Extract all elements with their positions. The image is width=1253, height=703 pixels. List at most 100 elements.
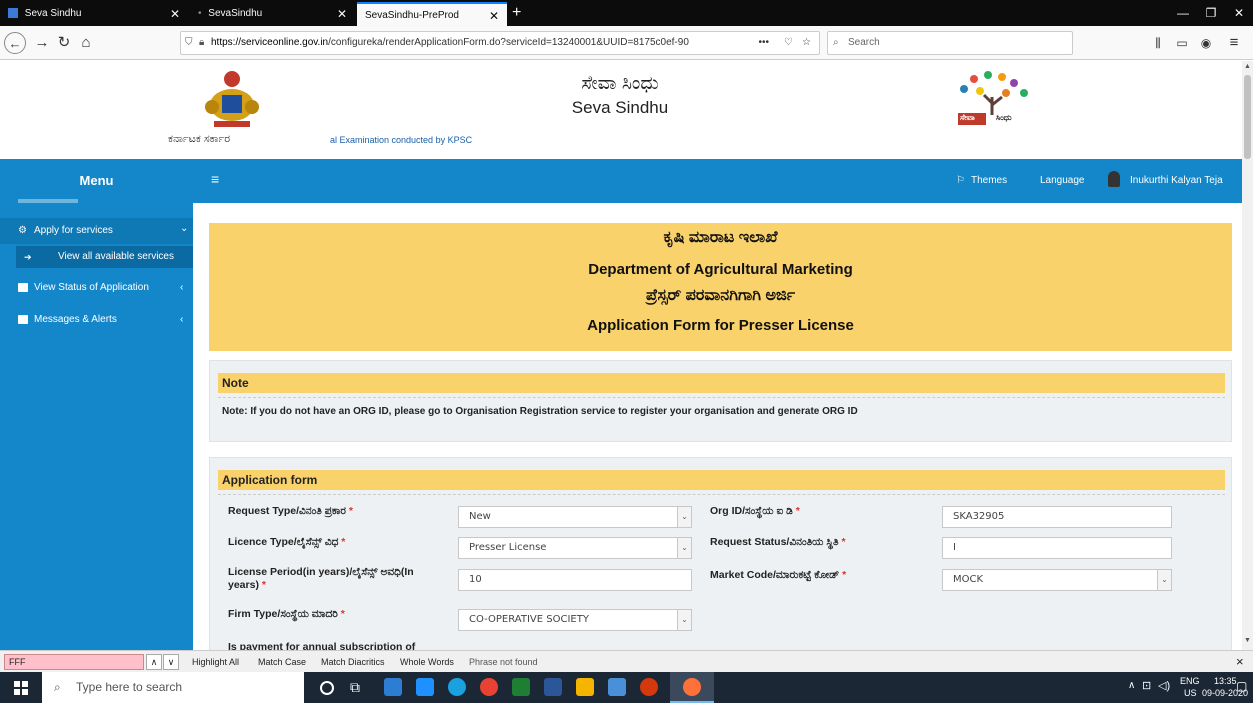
home-icon[interactable]: ⌂	[74, 32, 98, 54]
sidebar-toggle-icon[interactable]: ▭	[1170, 32, 1194, 54]
match-case-option[interactable]: Match Case	[258, 651, 306, 673]
match-diacritics-option[interactable]: Match Diacritics	[321, 651, 385, 673]
account-icon[interactable]: ◉	[1194, 32, 1218, 54]
task-view-icon[interactable]: ⧉	[350, 678, 368, 696]
firm-type-select[interactable]: CO-OPERATIVE SOCIETY ⌄	[458, 609, 692, 631]
language-indicator[interactable]: ENG	[1180, 676, 1200, 686]
sidebar-item-messages-alerts[interactable]: Messages & Alerts ‹	[0, 307, 193, 333]
govt-label: ಕರ್ನಾಟಕ ಸರ್ಕಾರ	[168, 133, 231, 145]
reload-icon[interactable]: ↻	[52, 32, 76, 54]
search-icon: ⌕	[54, 680, 61, 694]
app-icon[interactable]	[608, 678, 626, 696]
karnataka-emblem-logo	[198, 67, 266, 133]
hamburger-icon[interactable]: ≡	[211, 171, 219, 187]
arrow-circle-icon: ➔	[24, 252, 32, 262]
pocket-icon[interactable]: ♡	[784, 32, 793, 54]
store-icon[interactable]	[384, 678, 402, 696]
request-status-label: Request Status/ವಿನಂತಿಯ ಸ್ಥಿತಿ *	[710, 536, 846, 548]
license-period-value: 10	[469, 574, 482, 585]
menu-icon[interactable]: ≡	[1222, 32, 1246, 54]
logo-text: ಸಿಂಧು	[996, 113, 1012, 122]
manage-profile-item-partial[interactable]	[18, 199, 78, 203]
logo-text: ಸೇವಾ	[960, 113, 975, 122]
license-period-label: License Period(in years)/ಲೈಸೆನ್ಸ್ ಅವಧಿ(I…	[228, 566, 414, 591]
whole-words-option[interactable]: Whole Words	[400, 651, 454, 673]
network-icon[interactable]: ⊡	[1142, 679, 1151, 692]
site-header: ಕರ್ನಾಟಕ ಸರ್ಕಾರ al Examination conducted …	[0, 61, 1242, 159]
message-icon	[18, 315, 28, 324]
sidebar-item-view-all-services[interactable]: ➔ View all available services	[16, 246, 193, 268]
library-icon[interactable]: ⫼	[1146, 32, 1170, 54]
page-scrollbar[interactable]: ▲ ▼	[1242, 61, 1253, 650]
close-tab-icon[interactable]: ✕	[170, 2, 180, 26]
find-previous-icon[interactable]: ∧	[146, 654, 162, 670]
close-window-icon[interactable]: ✕	[1224, 0, 1253, 26]
firefox-taskbar-button[interactable]	[670, 672, 714, 703]
highlight-all-option[interactable]: Highlight All	[192, 651, 239, 673]
browser-tab[interactable]: Seva Sindhu ✕	[0, 2, 188, 26]
taskbar-search-input[interactable]: ⌕ Type here to search	[42, 672, 304, 703]
scrollbar-thumb[interactable]	[1244, 75, 1251, 159]
language-link[interactable]: Language	[1040, 175, 1085, 186]
page-actions-icon[interactable]: •••	[756, 32, 771, 54]
restore-icon[interactable]: ❐	[1196, 0, 1226, 26]
url-bar[interactable]: ⛉ 🔒︎ https://serviceonline.gov.in/config…	[180, 31, 820, 55]
notifications-icon[interactable]: ▢	[1236, 679, 1247, 693]
org-id-input[interactable]: SKA32905	[942, 506, 1172, 528]
tab-label: SevaSindhu-PreProd	[365, 10, 459, 21]
licence-type-select[interactable]: Presser License ⌄	[458, 537, 692, 559]
browser-tab[interactable]: • SevaSindhu ✕	[190, 2, 355, 26]
close-find-icon[interactable]: ×	[1236, 651, 1244, 673]
department-banner: ಕೃಷಿ ಮಾರಾಟ ಇಲಾಖೆ Department of Agricultu…	[209, 223, 1232, 351]
scroll-up-icon[interactable]: ▲	[1244, 63, 1251, 70]
browser-tab-active[interactable]: SevaSindhu-PreProd ✕	[357, 2, 507, 26]
minimize-icon[interactable]: —	[1168, 0, 1198, 26]
browser-search-input[interactable]: ⌕ Search	[827, 31, 1073, 55]
site-title-kannada: ಸೇವಾ ಸಿಂಧು	[581, 73, 659, 94]
browser-tab-bar: Seva Sindhu ✕ • SevaSindhu ✕ SevaSindhu-…	[0, 0, 1253, 26]
file-explorer-icon[interactable]	[576, 678, 594, 696]
windows-taskbar: ⌕ Type here to search ⧉ ∧ ⊡ ◁) ENG US 13…	[0, 672, 1253, 703]
word-icon[interactable]	[544, 678, 562, 696]
app-icon[interactable]	[640, 678, 658, 696]
licence-type-value: Presser License	[469, 542, 547, 553]
license-period-input[interactable]: 10	[458, 569, 692, 591]
sidebar-menu-title: Menu	[0, 159, 193, 203]
chrome-icon[interactable]	[480, 678, 498, 696]
find-input[interactable]: FFF	[4, 654, 144, 670]
tray-overflow-icon[interactable]: ∧	[1128, 680, 1135, 691]
cortana-icon[interactable]	[320, 681, 334, 695]
close-tab-icon[interactable]: ✕	[489, 4, 499, 28]
new-tab-icon[interactable]: +	[512, 2, 521, 24]
sidebar-item-apply-for-services[interactable]: ⚙ Apply for services ⌄	[0, 218, 193, 244]
sidebar-item-label: View Status of Application	[34, 282, 149, 293]
back-icon[interactable]: ←	[4, 32, 26, 54]
url-path: /configureka/renderApplicationForm.do?se…	[328, 37, 689, 48]
url-domain: https://serviceonline.gov.in	[211, 37, 329, 48]
request-status-input[interactable]: I	[942, 537, 1172, 559]
find-next-icon[interactable]: ∨	[163, 654, 179, 670]
volume-icon[interactable]: ◁)	[1158, 679, 1170, 692]
mail-icon[interactable]	[416, 678, 434, 696]
close-tab-icon[interactable]: ✕	[337, 2, 347, 26]
tab-label: Seva Sindhu	[24, 8, 82, 19]
clock-time[interactable]: 13:35	[1214, 676, 1237, 686]
dot-icon: •	[198, 8, 202, 19]
request-type-select[interactable]: New ⌄	[458, 506, 692, 528]
chevron-down-icon: ⌄	[677, 507, 691, 527]
excel-icon[interactable]	[512, 678, 530, 696]
sidebar-item-view-status[interactable]: View Status of Application ‹	[0, 275, 193, 301]
themes-link[interactable]: Themes	[971, 175, 1007, 186]
windows-start-icon[interactable]	[14, 681, 28, 695]
request-status-value: I	[953, 542, 956, 553]
market-code-select[interactable]: MOCK ⌄	[942, 569, 1172, 591]
user-name[interactable]: Inukurthi Kalyan Teja	[1130, 175, 1223, 186]
forward-icon[interactable]: →	[30, 32, 54, 54]
gears-icon: ⚙	[18, 225, 27, 236]
bookmark-star-icon[interactable]: ☆	[802, 32, 811, 54]
edge-icon[interactable]	[448, 678, 466, 696]
org-id-label: Org ID/ಸಂಸ್ಥೆಯ ಐ ಡಿ *	[710, 505, 800, 517]
sidebar-item-label: Messages & Alerts	[34, 314, 117, 325]
sidebar: Menu ⚙ Apply for services ⌄ ➔ View all a…	[0, 159, 193, 650]
scroll-down-icon[interactable]: ▼	[1244, 637, 1251, 644]
